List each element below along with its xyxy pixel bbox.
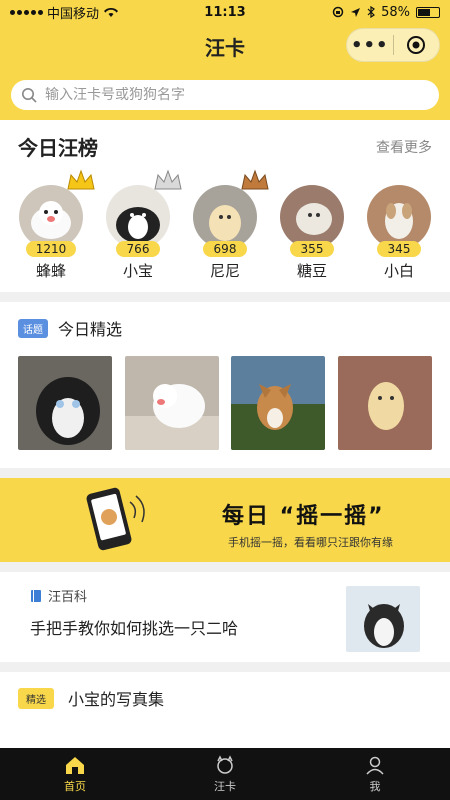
gold-crown-icon [67,169,95,190]
rank-dog-name: 糖豆 [296,262,327,280]
album-title[interactable]: 小宝的写真集 [68,686,164,710]
ranking-section: 今日汪榜 查看更多 1210 蜂蜂 766 小宝 698 尼尼 355 糖豆 3… [0,120,450,292]
search-bar[interactable] [11,80,439,110]
mini-program-capsule: ••• [346,28,440,62]
rank-dog-name: 小白 [383,262,414,280]
status-time: 11:13 [204,4,246,20]
article-thumbnail [346,586,420,652]
header: 中国移动 11:13 58% 汪卡 ••• [0,0,450,120]
pick-photo[interactable] [18,356,112,450]
bronze-crown-icon [241,169,269,190]
search-input[interactable] [45,87,429,103]
dog-card-icon [217,754,233,774]
status-bar: 中国移动 11:13 58% [0,0,450,24]
pick-photo[interactable] [337,356,432,450]
tab-dog-card[interactable]: 汪卡 [150,748,300,800]
pick-photo[interactable] [231,356,326,450]
rank-item[interactable]: 698 尼尼 [192,169,269,281]
dog-avatar [106,185,170,249]
tab-label: 首页 [64,779,86,793]
more-dots-icon[interactable]: ••• [347,35,393,56]
rank-score: 766 [116,241,160,257]
banner-title: 每日 “摇一摇” [222,504,385,529]
banner-subtitle: 手机摇一摇，看看哪只汪跟你有缘 [228,536,393,549]
bluetooth-icon [367,6,376,18]
article-title: 手把手教你如何挑选一只二哈 [30,619,239,638]
location-icon [351,7,361,17]
page-title: 汪卡 [205,35,245,60]
dog-avatar [193,185,257,249]
dog-avatar [280,185,344,249]
dog-avatar [19,185,83,249]
rank-item[interactable]: 1210 蜂蜂 [18,169,95,281]
rank-score: 345 [377,241,421,257]
article-card[interactable]: 汪百科 手把手教你如何挑选一只二哈 [0,572,450,662]
user-icon [366,756,384,775]
rank-dog-name: 蜂蜂 [35,262,66,280]
carrier-label: 中国移动 [47,6,100,22]
battery-percent: 58% [381,4,410,20]
silver-crown-icon [154,169,182,190]
battery-icon [415,6,440,18]
article-source: 汪百科 [48,590,88,605]
rank-score: 1210 [25,241,77,257]
search-icon [22,88,37,103]
picks-title: 今日精选 [58,320,123,339]
rank-dog-name: 尼尼 [209,262,240,280]
dog-avatar [367,185,431,249]
rank-item[interactable]: 355 糖豆 [279,185,345,281]
featured-tag: 精选 [18,687,54,709]
wifi-icon [104,7,119,17]
rank-item[interactable]: 766 小宝 [105,169,182,281]
daily-picks-section: 话题 今日精选 [0,302,450,468]
bottom-tab-bar: 首页 汪卡 我 [0,748,450,800]
target-icon[interactable] [394,35,440,55]
home-icon [66,756,84,774]
shake-banner[interactable]: 每日 “摇一摇” 手机摇一摇，看看哪只汪跟你有缘 [0,478,450,562]
rank-item[interactable]: 345 小白 [366,185,432,281]
rank-score: 698 [203,241,247,257]
album-section: 精选 小宝的写真集 [0,672,450,752]
signal-icon [10,9,43,15]
tab-home[interactable]: 首页 [0,748,150,800]
book-icon [31,589,41,602]
pick-photo[interactable] [124,356,219,450]
rank-score: 355 [290,241,334,257]
shake-phone-icon [86,487,145,551]
tab-label: 汪卡 [214,779,236,793]
ranking-more-link[interactable]: 查看更多 [376,137,432,157]
ranking-title: 今日汪榜 [18,136,98,160]
rotation-lock-icon [332,6,344,18]
topic-tag: 话题 [18,318,48,338]
rank-dog-name: 小宝 [122,262,153,280]
tab-me[interactable]: 我 [300,748,450,800]
tab-label: 我 [369,779,381,793]
